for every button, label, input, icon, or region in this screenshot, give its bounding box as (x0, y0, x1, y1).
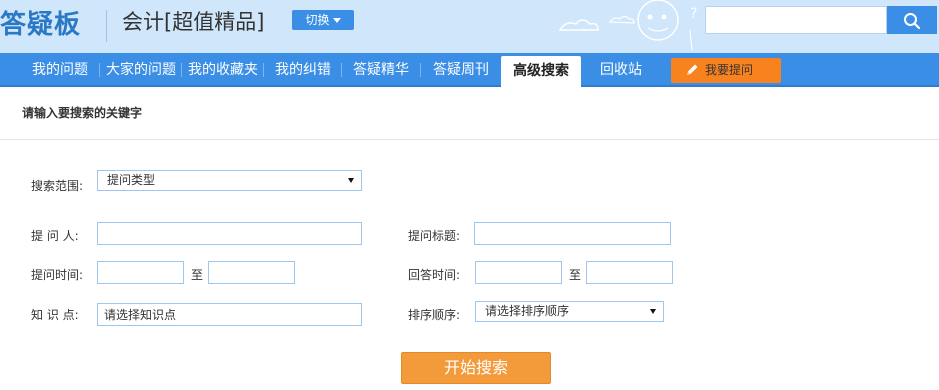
answer-time-from-input[interactable] (475, 261, 562, 284)
sort-order-label: 排序顺序: (408, 308, 461, 322)
scope-select-value: 提问类型 (107, 173, 156, 187)
cloud-cartoon-decoration: ? (558, 0, 697, 51)
ask-question-label: 我要提问 (705, 63, 754, 77)
panel-divider (0, 139, 939, 140)
subject-title: 会计[超值精品] (122, 10, 265, 34)
answer-time-to-input[interactable] (586, 261, 673, 284)
ask-time-to-label: 至 (191, 268, 204, 282)
search-button[interactable] (887, 6, 937, 34)
ask-time-label: 提问时间: (31, 268, 84, 282)
nav-separator (181, 63, 182, 77)
sort-order-select-value: 请选择排序顺序 (485, 304, 570, 318)
sort-order-select[interactable]: 请选择排序顺序 (475, 301, 664, 322)
nav-item-advanced-search[interactable]: 高级搜索 (501, 56, 581, 89)
search-icon (904, 13, 921, 30)
main-nav: 我的问题 大家的问题 我的收藏夹 我的纠错 答疑精华 答疑周刊 高级搜索 回收站… (0, 53, 939, 89)
start-search-button[interactable]: 开始搜索 (401, 352, 551, 384)
dropdown-arrow-icon (348, 178, 354, 183)
header: ? 答疑板 会计[超值精品] 切换 (0, 0, 939, 53)
asker-label: 提 问 人: (31, 229, 79, 243)
switch-label: 切换 (305, 13, 330, 27)
nav-separator (341, 63, 342, 77)
nav-separator (99, 63, 100, 77)
caret-down-icon (332, 18, 341, 23)
nav-item-recycle-bin[interactable]: 回收站 (585, 53, 657, 87)
knowledge-point-input[interactable] (97, 303, 362, 326)
panel-title: 请输入要搜索的关键字 (22, 106, 143, 120)
nav-item-my-questions[interactable]: 我的问题 (22, 53, 98, 87)
switch-subject-button[interactable]: 切换 (292, 10, 354, 30)
question-title-label: 提问标题: (408, 229, 461, 243)
ask-time-from-input[interactable] (97, 261, 184, 284)
app-logo: 答疑板 (0, 10, 82, 40)
question-title-input[interactable] (474, 222, 671, 245)
nav-item-all-questions[interactable]: 大家的问题 (101, 53, 181, 87)
advanced-search-panel: 请输入要搜索的关键字 搜索范围: 提问类型 提 问 人: 提问标题: 提问时间:… (0, 88, 939, 390)
answer-time-label: 回答时间: (408, 268, 461, 282)
nav-item-corrections[interactable]: 我的纠错 (265, 53, 341, 87)
nav-separator (420, 63, 421, 77)
asker-input[interactable] (97, 222, 362, 245)
nav-item-highlights[interactable]: 答疑精华 (343, 53, 419, 87)
dropdown-arrow-icon (650, 309, 656, 314)
pencil-icon (687, 64, 698, 75)
knowledge-label: 知 识 点: (31, 308, 79, 322)
answer-time-to-label: 至 (569, 268, 582, 282)
nav-item-favorites[interactable]: 我的收藏夹 (183, 53, 263, 87)
logo-divider (106, 10, 107, 42)
search-input[interactable] (705, 6, 887, 34)
ask-time-to-input[interactable] (208, 261, 295, 284)
nav-item-weekly[interactable]: 答疑周刊 (422, 53, 500, 87)
scope-select[interactable]: 提问类型 (97, 170, 362, 191)
scope-label: 搜索范围: (31, 179, 84, 193)
ask-question-button[interactable]: 我要提问 (671, 58, 781, 83)
svg-text:?: ? (690, 6, 697, 22)
nav-separator (263, 63, 264, 77)
